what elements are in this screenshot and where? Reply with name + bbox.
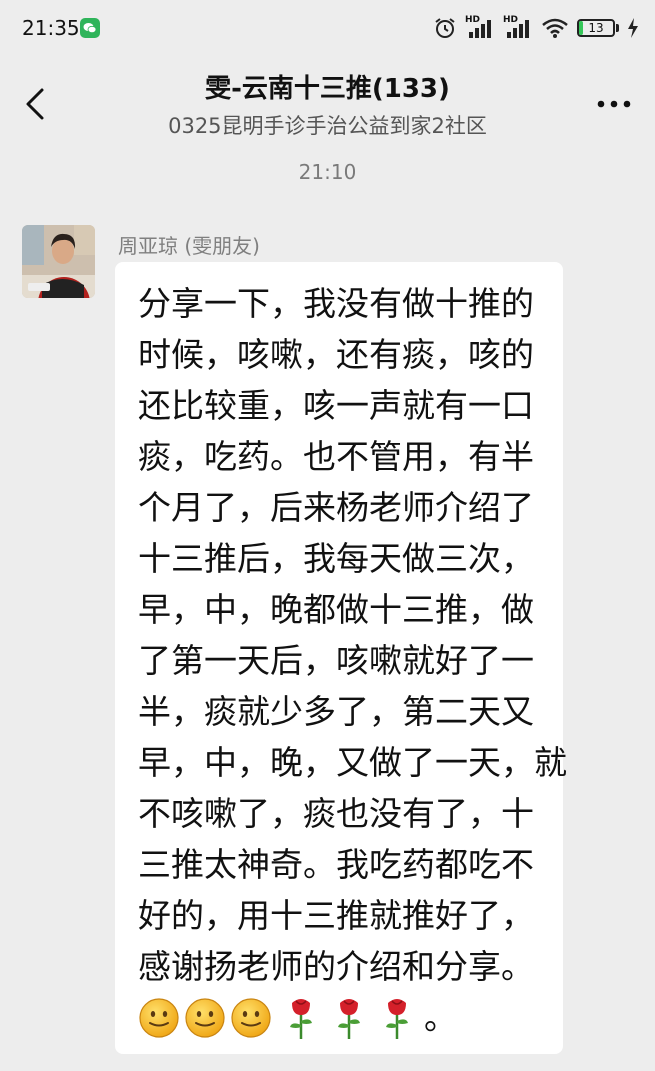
battery-level: 13 bbox=[588, 21, 604, 35]
message-line: 不咳嗽了，痰也没有了，十 bbox=[138, 794, 534, 833]
hd-signal-icon: HD bbox=[465, 15, 495, 39]
message-line: 好的，用十三推就推好了， bbox=[138, 896, 534, 935]
avatar[interactable] bbox=[22, 225, 95, 298]
message-line: 早，中，晚，又做了一天，就 bbox=[138, 743, 567, 782]
rose-icon bbox=[386, 998, 408, 1039]
message-line: 十三推后，我每天做三次， bbox=[138, 539, 534, 578]
message-line: 还比较重，咳一声就有一口 bbox=[138, 386, 534, 425]
rose-icon bbox=[338, 998, 360, 1039]
message-line: 早，中，晚都做十三推，做 bbox=[138, 590, 534, 629]
message-line: 感谢扬老师的介绍和分享。 bbox=[138, 947, 534, 986]
chat-subtitle: 0325昆明手诊手治公益到家2社区 bbox=[168, 114, 487, 138]
chevron-left-icon[interactable] bbox=[22, 86, 52, 122]
smiley-icon bbox=[139, 997, 179, 1038]
message-line: 半，痰就少多了，第二天又 bbox=[138, 692, 534, 731]
message-bubble[interactable]: 分享一下，我没有做十推的 时候，咳嗽，还有痰，咳的 还比较重，咳一声就有一口 痰… bbox=[115, 262, 567, 1054]
alarm-icon bbox=[435, 18, 455, 38]
smiley-icon bbox=[231, 997, 271, 1038]
wechat-icon bbox=[80, 18, 100, 38]
message-line: 时候，咳嗽，还有痰，咳的 bbox=[138, 335, 534, 374]
charging-icon bbox=[628, 18, 638, 38]
chat-title: 雯-云南十三推(133) bbox=[205, 74, 450, 104]
message-line: 三推太神奇。我吃药都吃不 bbox=[138, 845, 534, 884]
message-line: 分享一下，我没有做十推的 bbox=[138, 284, 534, 323]
hd-signal-icon: HD bbox=[503, 15, 533, 39]
sender-name: 周亚琼 (雯朋友) bbox=[118, 234, 260, 258]
chat-header: 雯-云南十三推(133) 0325昆明手诊手治公益到家2社区 bbox=[0, 58, 655, 148]
emoji-row: 。 bbox=[138, 992, 563, 1043]
smiley-icon bbox=[185, 997, 225, 1038]
status-bar: 21:35 HD HD 13 bbox=[0, 0, 655, 58]
message-line: 了第一天后，咳嗽就好了一 bbox=[138, 641, 534, 680]
battery-icon: 13 bbox=[577, 19, 615, 37]
wifi-icon bbox=[542, 18, 568, 38]
status-time: 21:35 bbox=[22, 16, 80, 40]
message-timestamp: 21:10 bbox=[298, 160, 357, 184]
message-line: 痰，吃药。也不管用，有半 bbox=[138, 437, 534, 476]
message-trailing-punctuation: 。 bbox=[424, 998, 457, 1037]
rose-icon bbox=[290, 998, 312, 1039]
more-dots-icon[interactable] bbox=[597, 100, 631, 108]
message-line: 个月了，后来杨老师介绍了 bbox=[138, 488, 534, 527]
status-icons: HD HD 13 bbox=[433, 14, 639, 42]
